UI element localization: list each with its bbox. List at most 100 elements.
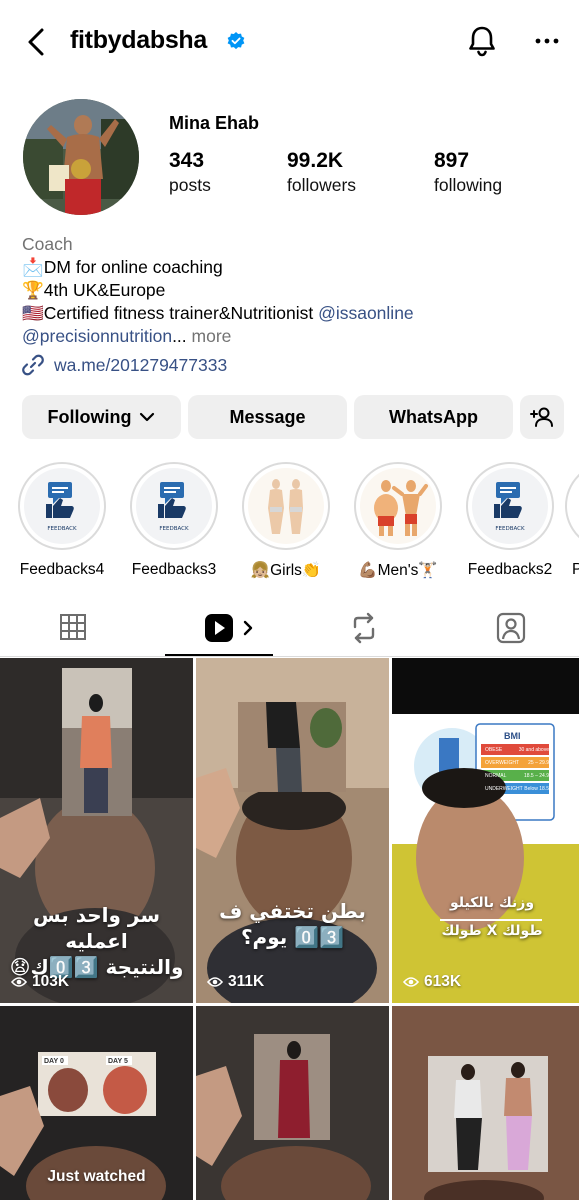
highlight-badge-text: FEEDBACK xyxy=(495,526,525,532)
bio-line-3: 🇺🇸Certified fitness trainer&Nutritionist… xyxy=(22,302,562,325)
reel-view-count: 311K xyxy=(207,973,264,991)
bmi-row: UNDERWEIGHT Below 18.5 xyxy=(483,783,551,796)
highlight-label: P xyxy=(572,561,579,578)
bio-more-link[interactable]: more xyxy=(192,326,232,346)
message-button-label: Message xyxy=(229,406,306,427)
profile-avatar[interactable] xyxy=(23,99,139,215)
reel-view-count: 613K xyxy=(403,973,461,991)
reel-tile[interactable]: BMI OBESE 30 and above OVERWEIGHT 25 – 29.… xyxy=(392,658,579,1003)
bmi-row: OBESE 30 and above xyxy=(483,744,551,757)
following-count[interactable]: 897 following xyxy=(434,148,502,196)
avatar-photo xyxy=(23,99,139,215)
reel-tile[interactable]: بطن تختفي ف 0️⃣3️⃣ يوم؟ 311K xyxy=(196,658,389,1003)
profile-website-link[interactable]: wa.me/201279477333 xyxy=(22,354,227,376)
reel-caption-line: بطن تختفي ف xyxy=(219,899,366,923)
reel-tile[interactable]: سر واحد بس اعمليه والنتيجة 0️⃣3️⃣ك😧 103K xyxy=(0,658,193,1003)
feedback-thumbs-icon: FEEDBACK xyxy=(494,482,525,532)
bmi-chart: OBESE 30 and above OVERWEIGHT 25 – 29.9 NO… xyxy=(483,744,551,796)
highlight-label: Feedbacks3 xyxy=(131,561,217,578)
bmi-range: 18.5 – 24.9 xyxy=(523,773,549,779)
bmi-chart-title: BMI xyxy=(504,731,521,741)
highlight-label: Feedbacks4 xyxy=(19,561,105,578)
highlight-partial[interactable]: P xyxy=(565,462,579,587)
day5-label: DAY 5 xyxy=(108,1058,128,1065)
message-button[interactable]: Message xyxy=(188,395,347,439)
reel-tile[interactable] xyxy=(196,1006,389,1200)
view-count-text: 311K xyxy=(228,973,265,990)
whatsapp-button[interactable]: WhatsApp xyxy=(354,395,513,439)
bio-line-2: 🏆4th UK&Europe xyxy=(22,280,166,300)
reel-view-count: 103K xyxy=(11,973,69,991)
precisionnutrition-mention[interactable]: @precisionnutrition xyxy=(22,326,172,346)
male-body-icon xyxy=(374,480,428,536)
profile-header: fitbydabsha xyxy=(0,0,579,84)
profile-tabs xyxy=(0,600,579,657)
highlight-label: Feedbacks2 xyxy=(467,561,553,578)
bmi-category: UNDERWEIGHT xyxy=(485,786,523,792)
reels-tab-icon[interactable] xyxy=(203,610,259,646)
highlight-mens[interactable]: 💪🏽Men's🏋🏻 xyxy=(353,462,443,580)
suggested-users-button[interactable] xyxy=(520,395,564,439)
highlight-badge-text: FEEDBACK xyxy=(159,526,189,532)
followers-count-value: 99.2K xyxy=(287,149,344,172)
eye-icon xyxy=(207,977,223,987)
highlight-feedbacks4[interactable]: FEEDBACK Feedbacks4 xyxy=(17,462,107,579)
highlight-ring xyxy=(565,462,579,550)
back-arrow-icon[interactable] xyxy=(22,26,52,58)
profile-bio: Coach 📩DM for online coaching 🏆4th UK&Eu… xyxy=(22,233,562,348)
bmi-row: NORMAL 18.5 – 24.9 xyxy=(483,770,551,783)
issaonline-mention[interactable]: @issaonline xyxy=(318,303,414,323)
highlight-ring: FEEDBACK xyxy=(130,462,218,550)
bio-ellipsis: ... xyxy=(172,326,192,346)
bio-line-3-text: 🇺🇸Certified fitness trainer&Nutritionist xyxy=(22,303,319,323)
whatsapp-button-label: WhatsApp xyxy=(389,406,478,427)
highlight-girls[interactable]: 👧🏼Girls👏 xyxy=(241,462,331,580)
following-count-label: following xyxy=(434,175,503,195)
active-tab-indicator xyxy=(165,654,273,656)
reel-tile[interactable] xyxy=(392,1006,579,1200)
highlight-feedbacks3[interactable]: FEEDBACK Feedbacks3 xyxy=(129,462,219,579)
posts-count[interactable]: 343 posts xyxy=(169,148,211,196)
following-count-value: 897 xyxy=(434,149,470,172)
highlight-badge-text: FEEDBACK xyxy=(47,526,77,532)
bmi-range: 25 – 29.9 xyxy=(528,760,549,766)
bmi-row: OVERWEIGHT 25 – 29.9 xyxy=(483,757,551,770)
reel-caption-line: سر واحد بس اعمليه xyxy=(32,903,161,953)
highlight-feedbacks2[interactable]: FEEDBACK Feedbacks2 xyxy=(465,462,555,579)
highlight-label: 💪🏽Men's🏋🏻 xyxy=(358,562,438,579)
bio-line-4: @precisionnutrition... more xyxy=(22,325,562,348)
profile-category: Coach xyxy=(22,234,73,254)
reel-thumbnail xyxy=(392,1006,579,1200)
reel-thumbnail xyxy=(392,658,579,1003)
more-options-icon[interactable] xyxy=(534,30,560,52)
following-button[interactable]: Following xyxy=(22,395,181,439)
tagged-tab-icon[interactable] xyxy=(496,610,526,646)
reposts-tab-icon[interactable] xyxy=(350,610,378,646)
notifications-bell-icon[interactable] xyxy=(466,24,498,58)
feedback-thumbs-icon: FEEDBACK xyxy=(158,482,189,532)
highlight-ring: FEEDBACK xyxy=(18,462,106,550)
view-count-text: 613K xyxy=(424,973,462,990)
following-button-label: Following xyxy=(47,406,132,427)
reel-thumbnail xyxy=(196,658,389,1003)
chevron-down-icon xyxy=(140,412,155,422)
grid-tab-icon[interactable] xyxy=(59,610,87,646)
followers-count[interactable]: 99.2K followers xyxy=(287,148,356,196)
link-icon xyxy=(22,354,44,376)
reel-thumbnail xyxy=(196,1006,389,1200)
just-watched-label: Just watched xyxy=(47,1168,146,1185)
bmi-range: 30 and above xyxy=(518,747,549,753)
reel-tile[interactable]: DAY 0 DAY 5 Just watched xyxy=(0,1006,193,1200)
eye-icon xyxy=(403,977,419,987)
feedback-thumbs-icon: FEEDBACK xyxy=(46,482,77,532)
day0-label: DAY 0 xyxy=(44,1058,64,1065)
highlight-ring xyxy=(354,462,442,550)
female-body-icon xyxy=(268,479,303,534)
bio-line-1: 📩DM for online coaching xyxy=(22,257,223,277)
reel-caption-line: وزنك بالكيلو xyxy=(449,895,535,911)
eye-icon xyxy=(11,977,27,987)
highlight-ring xyxy=(242,462,330,550)
bmi-category: OVERWEIGHT xyxy=(485,760,520,766)
highlight-ring: FEEDBACK xyxy=(466,462,554,550)
bmi-category: OBESE xyxy=(485,747,503,753)
